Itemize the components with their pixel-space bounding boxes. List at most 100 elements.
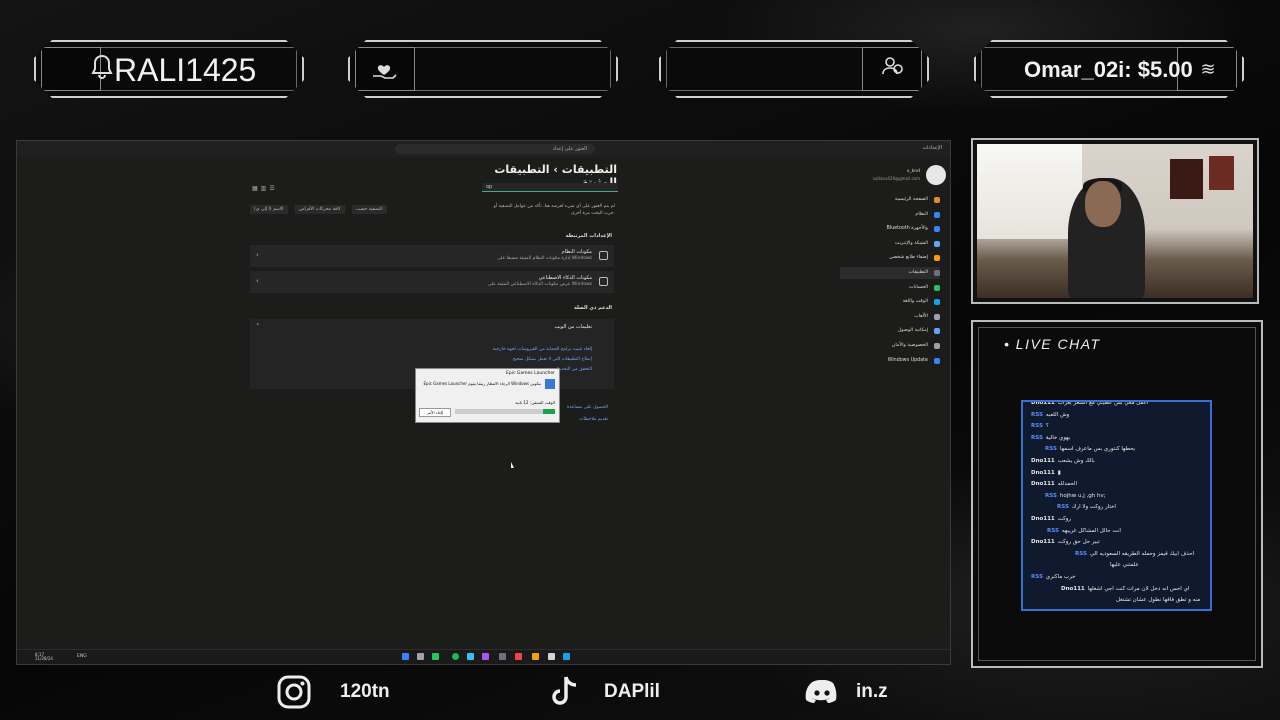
chat-text: بالك وش يشعب (1057, 458, 1095, 464)
sidebar-item-icon (934, 299, 940, 306)
related-support-header: الدعم ذي الصلة (573, 305, 612, 311)
chat-message: Dno111 اي احس انه دخل لان مرات كنت اجي اش… (1061, 585, 1189, 593)
taskbar-app-icon[interactable] (482, 653, 489, 660)
chat-text: وش اللعبه (1045, 411, 1070, 418)
chat-text: انت حالل المشاكل غريبهه (1061, 527, 1121, 534)
users-icon (877, 54, 909, 86)
chat-text: اعمل معي بس عطيني مع الشعر بغراب (1057, 400, 1149, 406)
chat-username[interactable]: RSS (1031, 435, 1043, 441)
chat-text: احذف ابيك قيمز وحمله الطريقه السعوديه ال… (1089, 550, 1195, 557)
view-toggle-icons[interactable]: ▦▥☰ (252, 185, 278, 192)
sidebar-item[interactable]: التطبيقات (840, 267, 940, 279)
components-icon (599, 251, 608, 260)
chevron-up-icon[interactable]: ˄ (256, 323, 260, 331)
sidebar-item-label: النظام (915, 211, 928, 217)
chat-username[interactable]: Dno111 (1031, 539, 1055, 545)
get-help-link[interactable]: الحصول على مساعدة (567, 405, 608, 410)
filter-bar: الاسم (أ إلى ي) كافة محركات الأقراص التص… (250, 205, 393, 214)
language-indicator[interactable]: ENG (77, 654, 87, 659)
sidebar-item[interactable]: الوقت واللغة (840, 296, 940, 308)
drive-dropdown[interactable]: كافة محركات الأقراص (294, 205, 345, 214)
sidebar-item[interactable]: الحسابات (840, 282, 940, 294)
app-search-input[interactable]: op (482, 183, 618, 192)
chat-username[interactable]: RSS (1057, 504, 1069, 510)
windows-start-icon[interactable] (563, 653, 570, 660)
chat-username[interactable]: RSS (1031, 412, 1043, 418)
help-title: تعليمات من الويب (554, 324, 592, 330)
clock[interactable]: 8:17 11/28/24 (35, 653, 53, 661)
chat-message: RSS وش اللعبه (1031, 411, 1069, 419)
chat-username[interactable]: Dno111 (1031, 458, 1055, 464)
user-profile[interactable]: v_knd sultanx429@gmail.com (873, 165, 950, 187)
chat-message: RSS بحطها كنتوري بس ماعرف اسمها (1045, 445, 1135, 453)
chat-username[interactable]: RSS (1075, 551, 1087, 557)
live-chat-title: • LIVE CHAT (1004, 336, 1101, 352)
cancel-button[interactable]: إلغاء الأمر (419, 408, 451, 417)
taskbar-app-icon[interactable] (499, 653, 506, 660)
taskbar-app-icon[interactable] (548, 653, 555, 660)
sort-dropdown[interactable]: الاسم (أ إلى ي) (250, 205, 288, 214)
chat-message: Dno111 تبير حل حق روكت (1031, 538, 1100, 546)
sidebar-item[interactable]: الشبكة والإنترنت (840, 238, 940, 250)
chat-text: منه و تطق فاقها نطول عشان تشتغل (1116, 597, 1201, 604)
sidebar-item[interactable]: إضفاء طابع شخصي (840, 252, 940, 264)
chat-username[interactable]: RSS (1047, 528, 1059, 534)
chat-text: تبير حل حق روكت (1057, 539, 1100, 546)
taskbar-app-icon[interactable] (402, 653, 409, 660)
system-components-card[interactable]: مكونات النظام إدارة مكونات النظام المثبت… (250, 245, 614, 267)
sidebar-item[interactable]: الألعاب (840, 311, 940, 323)
spotify-icon[interactable] (452, 653, 459, 660)
sidebar-item[interactable]: الخصوصية والأمان (840, 340, 940, 352)
folder-icon[interactable] (532, 653, 539, 660)
tiktok-handle: DAPlil (604, 681, 660, 702)
breadcrumb-parent[interactable]: التطبيقات (562, 163, 617, 176)
sidebar-item-label: إضفاء طابع شخصي (888, 255, 928, 261)
mouse-cursor (511, 462, 514, 468)
filter-dropdown[interactable]: التصفية حسب (352, 205, 387, 214)
help-link[interactable]: إصلاح التطبيقات التي لا تعمل بشكل صحيح (513, 357, 592, 362)
chat-message: علمتني عليها (1107, 561, 1139, 569)
game-capture-screen: العثور على إعداد الإعدادات التطبيقات › ا… (16, 140, 951, 665)
chat-message: RSS خرب ماكنري (1031, 573, 1076, 581)
help-link[interactable]: إلغاء تثبيت برامج الحماية من الفيروسات ل… (493, 347, 592, 352)
empty-results-message: لم يتم العثور على أي شيء لعرضه هنا، تأكد… (493, 204, 615, 216)
sidebar-item[interactable]: النظام (840, 209, 940, 221)
related-settings-header: الإعدادات المرتبطة (565, 233, 612, 239)
chat-username[interactable]: Dno111 (1061, 586, 1085, 592)
sidebar-item-icon (934, 328, 940, 335)
webcam-frame (971, 138, 1259, 304)
window-title: الإعدادات (922, 145, 942, 151)
feedback-link[interactable]: تقديم ملاحظات (579, 417, 608, 422)
chat-username[interactable]: Dno111 (1031, 402, 1055, 406)
chat-message: منه و تطق فاقها نطول عشان تشتغل (1113, 596, 1200, 604)
chat-username[interactable]: Dno111 (1031, 516, 1055, 522)
chat-username[interactable]: Dno111 (1031, 470, 1055, 476)
tiktok-icon (546, 674, 582, 710)
settings-titlebar: العثور على إعداد الإعدادات (17, 141, 950, 157)
chat-username[interactable]: RSS (1045, 446, 1057, 452)
chat-message: Dno111 بالك وش يشعب (1031, 457, 1095, 465)
sidebar-item[interactable]: Bluetooth والأجهزة (840, 223, 940, 235)
ai-icon (599, 277, 608, 286)
card-subtitle: عرض مكونات الذكاء الاصطناعي المثبتة على … (487, 282, 592, 287)
taskbar-app-icon[interactable] (467, 653, 474, 660)
settings-search-input[interactable]: العثور على إعداد (395, 144, 595, 154)
chat-username[interactable]: Dno111 (1031, 481, 1055, 487)
ai-components-card[interactable]: مكونات الذكاء الاصطناعي عرض مكونات الذكا… (250, 271, 614, 293)
chat-text: ▮ (1057, 469, 1061, 476)
chat-username[interactable]: RSS (1031, 423, 1043, 429)
chat-username[interactable]: RSS (1031, 574, 1043, 580)
taskbar-app-icon[interactable] (417, 653, 424, 660)
latest-donation: Omar_02i: $5.00 (1024, 57, 1193, 82)
taskbar-app-icon[interactable] (515, 653, 522, 660)
chat-username[interactable]: RSS (1045, 493, 1057, 499)
taskbar-app-icon[interactable] (432, 653, 439, 660)
sidebar-item[interactable]: الصفحة الرئيسية (840, 194, 940, 206)
instagram-icon (276, 674, 312, 710)
sidebar-item[interactable]: Windows Update (840, 355, 940, 367)
follower-alert-frame: RALI1425 (34, 40, 304, 98)
sidebar-item[interactable]: إمكانية الوصول (840, 325, 940, 337)
chat-message: Dno111 الحمدلله (1031, 480, 1077, 488)
dialog-message: Epic Games Launcher الرجاء الانتظار ريثم… (423, 381, 541, 386)
chat-messages[interactable]: Dno111 اعمل معي بس عطيني مع الشعر بغراب RS… (1021, 400, 1212, 611)
